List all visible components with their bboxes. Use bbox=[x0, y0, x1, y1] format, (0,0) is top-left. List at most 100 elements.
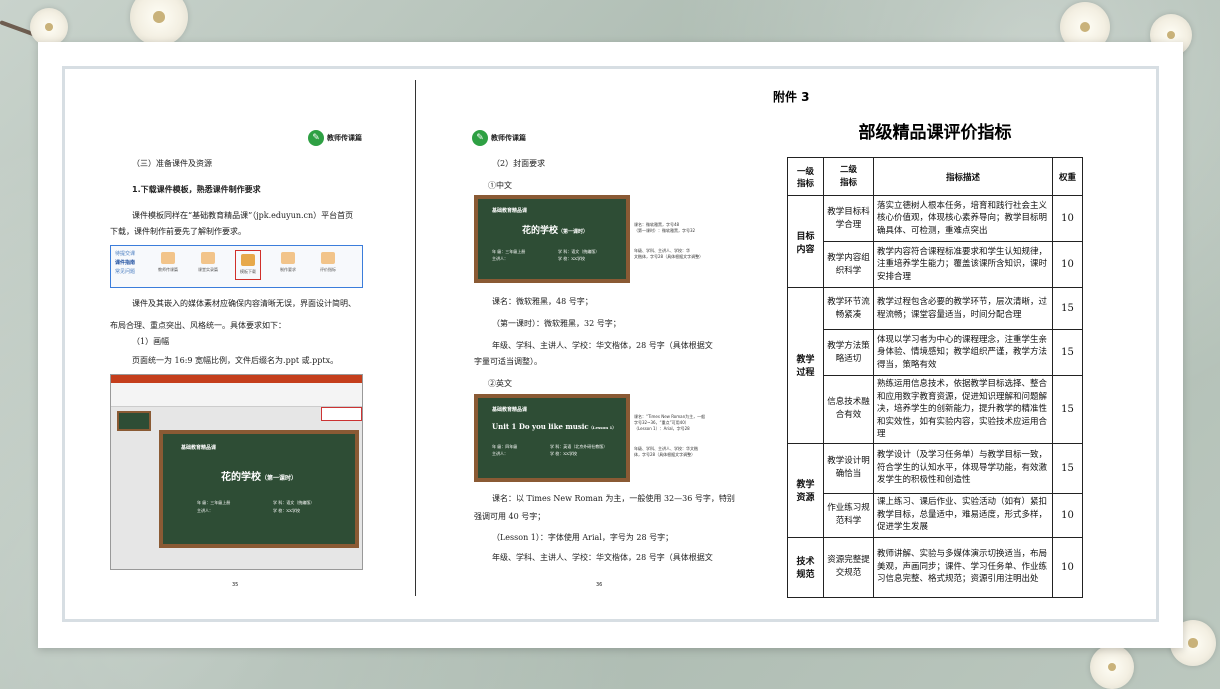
weight-cell: 15 bbox=[1052, 329, 1083, 376]
toolbar-item-label: 评价指标 bbox=[320, 267, 336, 272]
cover-title: 花的学校（第一课时） bbox=[522, 223, 588, 236]
cover-title-suffix: （Lesson 1） bbox=[588, 425, 617, 430]
header-cell: 权重 bbox=[1052, 157, 1083, 196]
page-divider bbox=[415, 80, 416, 596]
level1-cell: 目标 内容 bbox=[787, 195, 824, 288]
toolbar-item: 制作要求 bbox=[275, 252, 301, 276]
level1-cell: 教学 资源 bbox=[787, 442, 824, 538]
teacher-icon bbox=[161, 252, 175, 264]
slide-title: 花的学校（第一课时） bbox=[221, 468, 297, 483]
annotation-note: 年级、学科、主讲人、学校：华 文楷体，字号28（具体根据文字调整） bbox=[634, 248, 703, 260]
description-cell: 落实立德树人根本任务，培育和践行社会主义核心价值观，体现核心素养导向；教学目标明… bbox=[873, 195, 1053, 242]
note-line: （Lesson 1）：Arial，字号28 bbox=[634, 426, 690, 431]
evaluation-table: 一级 指标 二级 指标 指标描述 权重 目标 内容 教学目标科学合理 落实立德树人根本… bbox=[787, 157, 1083, 598]
toolbar-item-label: 课堂实录篇 bbox=[198, 267, 218, 272]
toolbar-item: 课堂实录篇 bbox=[195, 252, 221, 276]
level2-cell: 教学方法策略适切 bbox=[823, 329, 874, 376]
cover-example-english: 基础教育精品课 Unit 1 Do you like music（Lesson … bbox=[474, 394, 630, 482]
page-number: 36 bbox=[596, 582, 603, 588]
level1-cell: 技术 规范 bbox=[787, 536, 824, 598]
cover-info: 学 科：英语（北京外研社教版） bbox=[550, 444, 608, 449]
cover-info: 年 级：四年级 bbox=[492, 444, 518, 449]
annotation-note: 课名：“Times New Roman为主，一般 字号32~36，“重点”可用4… bbox=[634, 414, 705, 432]
ppt-side-panel bbox=[321, 407, 362, 421]
description-cell: 教师讲解、实验与多媒体演示切换适当，布局美观，声画同步；课件、学习任务单、作业练… bbox=[873, 536, 1053, 598]
menu-item: 常见问题 bbox=[115, 269, 136, 275]
level2-cell: 教学环节流畅紧凑 bbox=[823, 287, 874, 330]
download-icon bbox=[241, 254, 255, 266]
level2-cell: 资源完整提交规范 bbox=[823, 536, 874, 598]
booklet-page-right: ✎ 教师传课篇 （2）封面要求 ①中文 基础教育精品课 花的学校（第一课时） 年… bbox=[428, 80, 735, 600]
description-cell: 熟练运用信息技术，依据教学目标选择、整合和应用数字教育资源，促进知识理解和问题解… bbox=[873, 375, 1053, 444]
description-cell: 体现以学习者为中心的课程理念，注重学生亲身体验、情境感知；教学组织严谨，教学方法… bbox=[873, 329, 1053, 376]
toolbar-item-label: 制作要求 bbox=[280, 267, 296, 272]
weight-cell: 10 bbox=[1052, 492, 1083, 538]
paragraph-line: 课件模板同样在“基础教育精品课”（jpk.eduyun.cn）平台首页 bbox=[132, 211, 354, 220]
cover-brand: 基础教育精品课 bbox=[492, 208, 528, 214]
slide-info: 学 科：语文（统编版） bbox=[273, 500, 315, 505]
brand-logo: ✎ 教师传课篇 bbox=[472, 130, 526, 146]
paragraph-line: 页面统一为 16:9 宽幅比例，文件后缀名为.ppt 或.pptx。 bbox=[132, 356, 339, 365]
paragraph-line: 下载，课件制作前要先了解制作要求。 bbox=[110, 227, 246, 236]
paragraph-line: 布局合理、重点突出、风格统一。具体要求如下： bbox=[110, 321, 286, 330]
paragraph-line: 课件及其嵌入的媒体素材应确保内容清晰无误，界面设计简明、 bbox=[132, 299, 356, 308]
description-cell: 课上练习、课后作业、实验活动（如有）紧扣教学目标，总量适中，难易适度，形式多样，… bbox=[873, 492, 1053, 538]
slide-thumbnail bbox=[117, 411, 151, 431]
section-heading: （三）准备课件及资源 bbox=[132, 159, 212, 168]
table-row: 作业练习规范科学 课上练习、课后作业、实验活动（如有）紧扣教学目标，总量适中，难… bbox=[788, 492, 1083, 538]
toolbar-side-menu: 待提交课 课件指南 常见问题 bbox=[115, 250, 135, 277]
paragraph-line: 字量可适当调整）。 bbox=[474, 357, 542, 366]
weight-cell: 10 bbox=[1052, 195, 1083, 242]
table-row: 教学 过程 教学环节流畅紧凑 教学过程包含必要的教学环节，层次清晰，过程流畅；课堂… bbox=[787, 287, 1083, 444]
slide-info: 学 校：XX学校 bbox=[273, 508, 300, 513]
annotation-note: 课名：微软雅黑，字号48 （第一课时）：微软雅黑，字号32 bbox=[634, 222, 695, 234]
classroom-icon bbox=[201, 252, 215, 264]
sub-heading: 1.下载课件模板，熟悉课件制作要求 bbox=[132, 185, 261, 194]
cover-info: 学 校：XX学校 bbox=[550, 451, 577, 456]
menu-item: 待提交课 bbox=[115, 251, 136, 257]
cover-info: 主讲人： bbox=[492, 256, 508, 261]
paragraph-line: ①中文 bbox=[488, 181, 512, 190]
level2-cell: 教学设计明确恰当 bbox=[823, 442, 874, 494]
paragraph-line: 年级、学科、主讲人、学校：华文楷体，28 号字（具体根据文 bbox=[492, 553, 713, 562]
slide-info: 主讲人： bbox=[197, 508, 213, 513]
note-line: （第一课时）：微软雅黑，字号32 bbox=[634, 228, 696, 233]
table-row: 目标 内容 教学目标科学合理 落实立德树人根本任务，培育和践行社会主义核心价值观，… bbox=[787, 195, 1083, 288]
description-cell: 教学内容符合课程标准要求和学生认知规律，注重培养学生能力；覆盖该课所含知识，课时… bbox=[873, 241, 1053, 288]
toolbar-item-highlighted: 模板下载 bbox=[235, 250, 261, 280]
document-title: 部级精品课评价指标 bbox=[858, 123, 1012, 143]
level1-cell: 教学 过程 bbox=[787, 287, 824, 444]
flower-decoration bbox=[30, 8, 68, 46]
paragraph-line: （2）封面要求 bbox=[492, 159, 546, 168]
paragraph-line: （Lesson 1）：字体使用 Arial，字号为 28 号字； bbox=[492, 533, 674, 542]
table-row: 技术 规范 资源完整提交规范 教师讲解、实验与多媒体演示切换适当，布局美观，声画同… bbox=[787, 536, 1083, 598]
slide-info: 年 级：三年级上册 bbox=[197, 500, 231, 505]
cover-title: Unit 1 Do you like music（Lesson 1） bbox=[492, 422, 616, 431]
cover-title-text: 花的学校 bbox=[522, 226, 559, 236]
paragraph-line: 强调可用 40 号字； bbox=[474, 512, 546, 521]
note-line: 体，字号28（具体根据文字调整） bbox=[634, 452, 696, 457]
menu-item: 课件指南 bbox=[115, 260, 136, 266]
logo-label: 教师传课篇 bbox=[491, 134, 526, 142]
paragraph-line: 课名：微软雅黑，48 号字； bbox=[492, 297, 593, 306]
logo-label: 教师传课篇 bbox=[327, 134, 362, 142]
weight-cell: 15 bbox=[1052, 375, 1083, 444]
table-row: 教学 资源 教学设计明确恰当 教学设计（及学习任务单）与教学目标一致，符合学生的认… bbox=[787, 442, 1083, 538]
weight-cell: 15 bbox=[1052, 287, 1083, 330]
cover-title-text: Unit 1 Do you like music bbox=[492, 422, 589, 431]
evaluation-icon bbox=[321, 252, 335, 264]
toolbar-item: 教师传课篇 bbox=[155, 252, 181, 276]
booklet-page-left: ✎ 教师传课篇 （三）准备课件及资源 1.下载课件模板，熟悉课件制作要求 课件模… bbox=[72, 80, 372, 600]
level2-cell: 教学目标科学合理 bbox=[823, 195, 874, 242]
paragraph-line: （1）画幅 bbox=[132, 337, 170, 346]
chalkboard-slide: 基础教育精品课 花的学校（第一课时） 年 级：三年级上册 主讲人： 学 科：语文… bbox=[159, 430, 359, 548]
toolbar-item-label: 模板下载 bbox=[240, 269, 256, 274]
toolbar-item: 评价指标 bbox=[315, 252, 341, 276]
cover-info: 主讲人： bbox=[492, 451, 508, 456]
page-number: 35 bbox=[232, 582, 239, 588]
brand-logo: ✎ 教师传课篇 bbox=[308, 130, 362, 146]
header-cell: 指标描述 bbox=[873, 157, 1053, 196]
powerpoint-screenshot: 基础教育精品课 花的学校（第一课时） 年 级：三年级上册 主讲人： 学 科：语文… bbox=[110, 374, 363, 570]
ppt-titlebar bbox=[111, 375, 362, 383]
weight-cell: 10 bbox=[1052, 536, 1083, 598]
